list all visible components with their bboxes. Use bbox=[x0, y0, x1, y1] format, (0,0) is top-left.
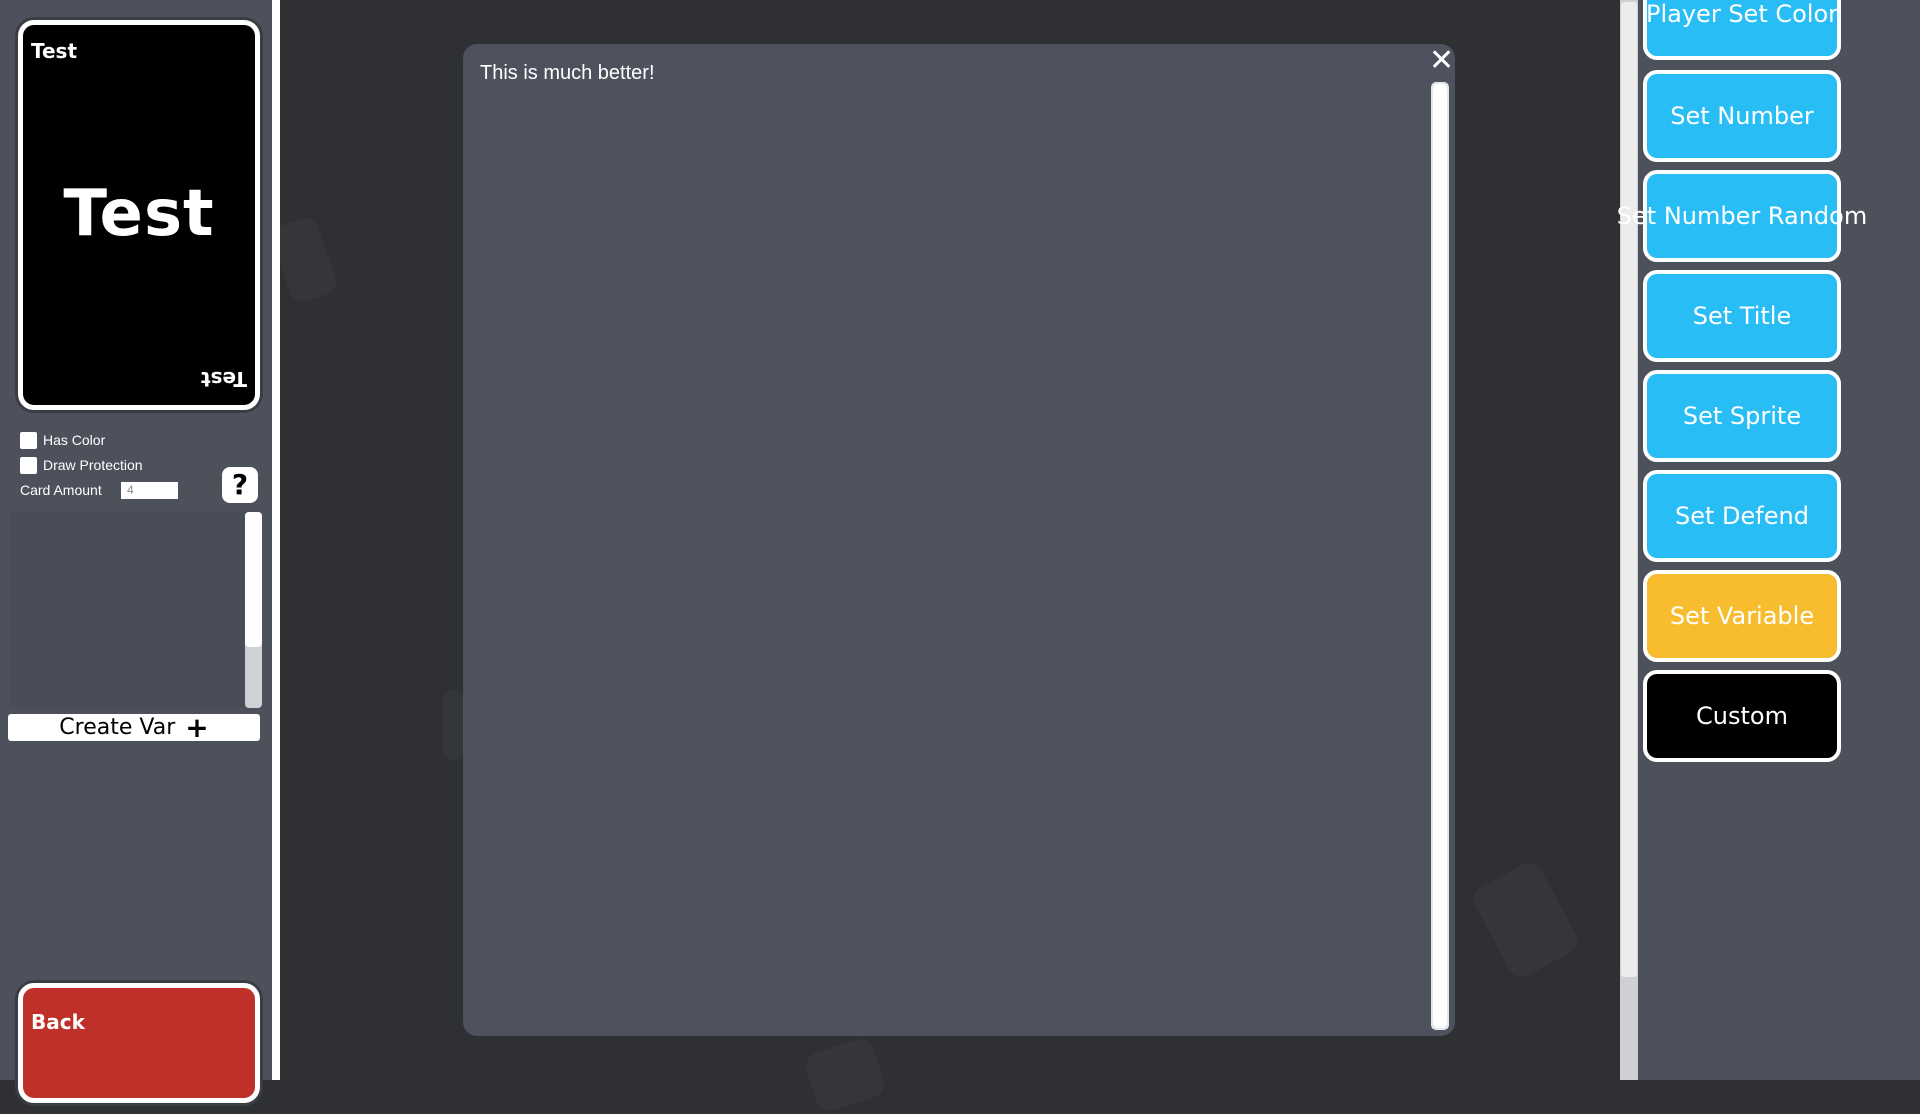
set-defend-button[interactable]: Set Defend bbox=[1643, 470, 1841, 562]
card-preview: Test Test Test bbox=[18, 20, 260, 410]
create-var-button[interactable]: Create Var + bbox=[8, 711, 260, 744]
draw-protection-option: Draw Protection bbox=[20, 455, 143, 475]
set-variable-button[interactable]: Set Variable bbox=[1643, 570, 1841, 662]
draw-protection-label: Draw Protection bbox=[43, 457, 143, 473]
card-center-title: Test bbox=[63, 177, 215, 251]
dialog-scroll-thumb[interactable] bbox=[1433, 84, 1447, 1028]
background-card-shape bbox=[443, 690, 465, 760]
set-number-button[interactable]: Set Number bbox=[1643, 70, 1841, 162]
actions-scroll-thumb[interactable] bbox=[1621, 2, 1637, 977]
set-sprite-button[interactable]: Set Sprite bbox=[1643, 370, 1841, 462]
has-color-checkbox[interactable] bbox=[20, 431, 37, 449]
background-card-shape bbox=[1468, 858, 1583, 982]
has-color-label: Has Color bbox=[43, 432, 106, 448]
variable-list bbox=[10, 512, 244, 708]
card-corner-title: Test bbox=[31, 39, 78, 63]
create-var-label: Create Var bbox=[59, 715, 176, 740]
dialog-text: This is much better! bbox=[480, 62, 655, 84]
back-card-label: Back bbox=[31, 1010, 85, 1034]
sidebar-divider bbox=[272, 0, 280, 1080]
background-card-shape bbox=[802, 1035, 888, 1114]
set-number-random-button[interactable]: Set Number Random bbox=[1617, 170, 1867, 262]
card-amount-input[interactable]: 4 bbox=[121, 482, 178, 499]
card-amount-option: Card Amount bbox=[20, 480, 102, 500]
variable-list-scroll-thumb[interactable] bbox=[245, 512, 262, 647]
draw-protection-checkbox[interactable] bbox=[20, 456, 37, 474]
has-color-option: Has Color bbox=[20, 430, 105, 450]
plus-icon: + bbox=[185, 711, 209, 744]
back-card-preview[interactable]: Back bbox=[18, 983, 260, 1103]
help-button[interactable]: ? bbox=[222, 467, 258, 503]
set-title-button[interactable]: Set Title bbox=[1643, 270, 1841, 362]
card-amount-label: Card Amount bbox=[20, 482, 102, 498]
card-corner-title-flipped: Test bbox=[200, 367, 247, 391]
text-dialog: This is much better! ✕ bbox=[463, 44, 1455, 1036]
custom-button[interactable]: Custom bbox=[1643, 670, 1841, 762]
close-icon[interactable]: ✕ bbox=[1429, 46, 1454, 76]
player-set-color-button[interactable]: Player Set Color bbox=[1643, 0, 1841, 60]
